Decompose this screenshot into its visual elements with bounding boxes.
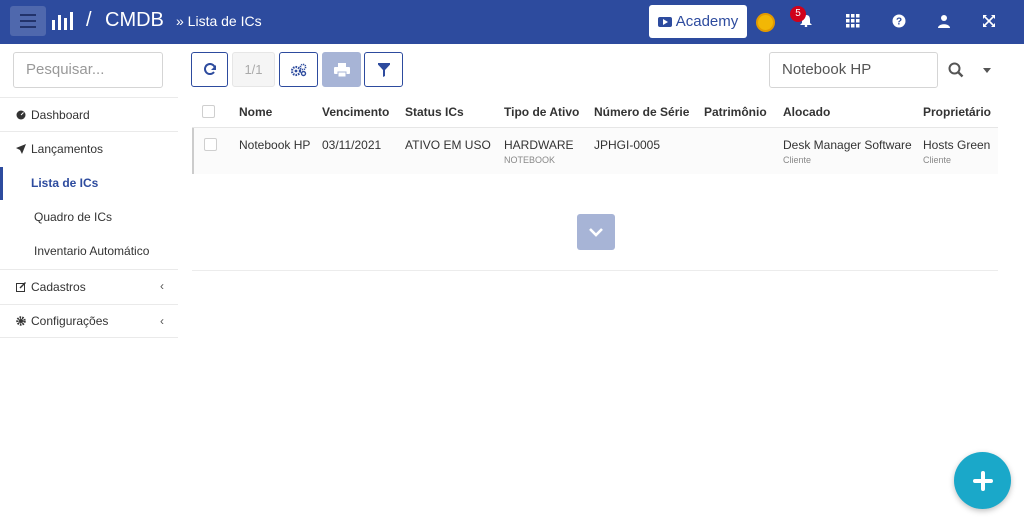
user-icon[interactable]	[937, 14, 951, 28]
column-header[interactable]: Número de Série	[594, 97, 689, 127]
sidebar-item-label: Dashboard	[31, 107, 90, 122]
sidebar-subitem-lista-de-ics[interactable]: Lista de ICs	[0, 166, 178, 200]
youtube-icon	[657, 16, 672, 27]
column-header[interactable]: Vencimento	[322, 97, 389, 127]
cell-proprietario: Hosts Green	[923, 138, 991, 152]
sidebar-subitem-quadro-de-ics[interactable]: Quadro de ICs	[0, 200, 178, 234]
help-icon[interactable]: ?	[892, 14, 906, 28]
hamburger-menu-button[interactable]	[10, 6, 46, 36]
sidebar-item-dashboard[interactable]: Dashboard	[0, 97, 178, 131]
svg-text:?: ?	[896, 17, 902, 28]
add-ic-button[interactable]	[954, 452, 1011, 509]
chevron-left-icon: ‹	[160, 314, 164, 328]
chevron-down-icon[interactable]	[983, 68, 991, 73]
search-icon[interactable]	[948, 62, 964, 78]
select-all-checkbox[interactable]	[202, 105, 215, 118]
table-row[interactable]: Notebook HP 03/11/2021 ATIVO EM USO HARD…	[192, 128, 998, 174]
top-navbar: / CMDB » Lista de ICs Academy 5 ?	[0, 0, 1024, 44]
sidebar-item-label: Lançamentos	[31, 141, 104, 156]
send-icon	[16, 143, 26, 154]
sidebar-item-label: Cadastros	[31, 279, 86, 294]
gear-icon	[16, 316, 26, 326]
ic-search-input[interactable]: Notebook HP	[769, 52, 938, 88]
cell-tipo-sub: NOTEBOOK	[504, 155, 556, 165]
column-header[interactable]: Status ICs	[405, 97, 464, 127]
cell-vencimento: 03/11/2021	[322, 138, 382, 152]
load-more-button[interactable]	[577, 214, 615, 250]
print-button[interactable]	[322, 52, 361, 87]
bar-chart-logo-icon	[52, 12, 73, 30]
chevron-left-icon: ‹	[160, 279, 164, 293]
breadcrumb: » Lista de ICs	[176, 13, 262, 29]
sidebar-subitem-inventario[interactable]: Inventario Automático	[0, 234, 178, 268]
apps-grid-icon[interactable]	[846, 14, 860, 28]
column-header[interactable]: Proprietário	[923, 97, 991, 127]
dashboard-icon	[16, 110, 26, 119]
printer-icon	[333, 62, 350, 77]
column-header[interactable]: Patrimônio	[704, 97, 767, 127]
notification-badge: 5	[790, 6, 806, 22]
cell-alocado: Desk Manager Software	[783, 138, 912, 152]
refresh-button[interactable]	[191, 52, 228, 87]
refresh-icon	[203, 62, 216, 75]
cell-serie: JPHGI-0005	[594, 138, 661, 152]
settings-button[interactable]	[279, 52, 318, 87]
page-indicator: 1/1	[232, 52, 275, 87]
row-checkbox[interactable]	[204, 138, 217, 151]
chevron-down-icon	[589, 228, 603, 237]
sidebar-item-label: Configurações	[31, 314, 109, 328]
academy-button[interactable]: Academy	[649, 5, 747, 38]
edit-icon	[16, 281, 26, 292]
cell-nome: Notebook HP	[239, 138, 311, 152]
academy-label: Academy	[675, 13, 739, 30]
plus-icon	[972, 470, 993, 491]
module-title[interactable]: CMDB	[105, 9, 164, 32]
coin-icon[interactable]	[756, 13, 775, 32]
gears-icon	[290, 63, 306, 76]
filter-icon	[377, 62, 390, 77]
sidebar-search-input[interactable]: Pesquisar...	[13, 52, 163, 88]
sidebar-item-configuracoes[interactable]: Configurações ‹	[0, 304, 178, 338]
column-header[interactable]: Alocado	[783, 97, 830, 127]
filter-button[interactable]	[364, 52, 403, 87]
sidebar-item-cadastros[interactable]: Cadastros ‹	[0, 269, 178, 303]
divider	[192, 270, 998, 271]
column-header[interactable]: Nome	[239, 97, 272, 127]
cell-status: ATIVO EM USO	[405, 138, 491, 152]
cell-alocado-sub: Cliente	[783, 155, 812, 165]
brand-separator: /	[86, 9, 92, 31]
fullscreen-icon[interactable]	[982, 14, 996, 28]
cell-proprietario-sub: Cliente	[923, 155, 952, 165]
column-header[interactable]: Tipo de Ativo	[504, 97, 579, 127]
cell-tipo: HARDWARE	[504, 138, 574, 152]
sidebar-item-lancamentos[interactable]: Lançamentos	[0, 131, 178, 165]
